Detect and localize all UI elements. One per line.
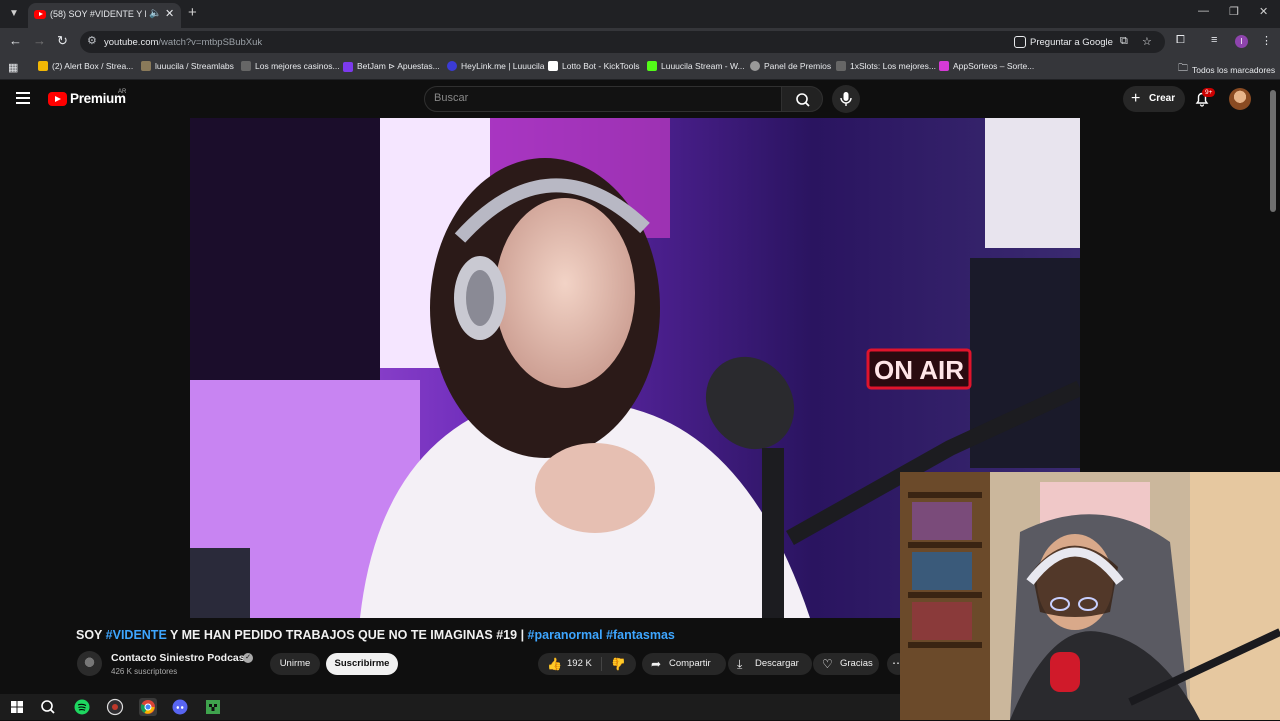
hamburger-menu-icon[interactable]: [16, 92, 30, 104]
install-app-icon[interactable]: ⧉: [1120, 35, 1128, 48]
new-tab-button[interactable]: +: [188, 4, 197, 21]
extensions-icon[interactable]: ⧠: [1176, 34, 1185, 47]
join-button[interactable]: Unirme: [270, 653, 320, 675]
webcam-overlay: [900, 472, 1280, 720]
browser-tab-strip: ▼ (58) SOY #VIDENTE Y ME H 🔈 ✕ + — ❐ ✕: [0, 0, 1280, 28]
like-button[interactable]: 👍 192 K: [538, 653, 601, 675]
bookmark-item[interactable]: luuucila / Streamlabs: [141, 61, 234, 71]
verified-check-icon: ✓: [243, 653, 253, 663]
thumbs-down-icon: 👍: [611, 657, 626, 671]
bookmark-item[interactable]: Panel de Premios: [750, 61, 831, 71]
title-text: Y ME HAN PEDIDO TRABAJOS QUE NO TE IMAGI…: [166, 628, 528, 642]
ask-google-button[interactable]: Preguntar a Google: [1012, 35, 1117, 50]
minimize-icon[interactable]: —: [1198, 5, 1209, 17]
obs-icon[interactable]: [106, 698, 124, 716]
browser-menu-icon[interactable]: ⋮: [1261, 34, 1272, 47]
hashtag-link[interactable]: #VIDENTE: [106, 628, 167, 642]
dislike-button[interactable]: 👍: [602, 653, 636, 675]
spotify-icon[interactable]: [73, 698, 91, 716]
share-icon: ➦: [651, 657, 662, 671]
on-air-sign: ON AIR: [874, 355, 964, 385]
profile-avatar[interactable]: I: [1235, 35, 1248, 48]
bookmark-item[interactable]: Lotto Bot - KickTools: [548, 61, 639, 71]
back-icon[interactable]: ←: [9, 33, 22, 48]
address-bar[interactable]: ⚙ youtube.com/watch?v=mtbpSBubXuk Pregun…: [80, 31, 1165, 53]
webcam-frame: [900, 472, 1280, 720]
all-bookmarks-folder[interactable]: 🗀 Todos los marcadores: [1178, 61, 1275, 78]
search-icon: [796, 93, 810, 107]
google-lens-icon: [1014, 36, 1026, 48]
channel-avatar[interactable]: [77, 651, 102, 676]
download-button[interactable]: ⤓ Descargar: [728, 653, 812, 675]
tab-audio-icon[interactable]: 🔈: [149, 8, 161, 19]
minecraft-icon[interactable]: [204, 698, 222, 716]
reload-icon[interactable]: ↻: [57, 33, 68, 49]
browser-toolbar: ← → ↻ ⚙ youtube.com/watch?v=mtbpSBubXuk …: [0, 28, 1280, 56]
forward-icon[interactable]: →: [33, 33, 46, 48]
bookmarks-bar: ▦ (2) Alert Box / Strea... luuucila / St…: [0, 56, 1280, 80]
subscribe-button[interactable]: Suscribirme: [326, 653, 398, 675]
notification-count-badge: 9+: [1202, 88, 1216, 97]
hashtag-link[interactable]: #fantasmas: [606, 628, 675, 642]
site-info-icon[interactable]: ⚙: [87, 34, 97, 47]
youtube-header: Premium AR +Crear 9+: [0, 80, 1280, 118]
bookmark-item[interactable]: (2) Alert Box / Strea...: [38, 61, 133, 71]
discord-icon[interactable]: [171, 698, 189, 716]
like-dislike-group: 👍 192 K 👍: [538, 653, 636, 675]
account-avatar[interactable]: [1229, 88, 1251, 110]
bookmark-item[interactable]: Los mejores casinos...: [241, 61, 340, 71]
tab-title: (58) SOY #VIDENTE Y ME H: [50, 9, 146, 19]
browser-tab-active[interactable]: (58) SOY #VIDENTE Y ME H 🔈 ✕: [28, 3, 181, 28]
bookmark-item[interactable]: 1xSlots: Los mejores...: [836, 61, 936, 71]
bookmark-item[interactable]: BetJam ⊳ Apuestas...: [343, 61, 440, 72]
search-button[interactable]: [781, 86, 823, 112]
thumbs-up-icon: 👍: [547, 657, 562, 671]
voice-search-button[interactable]: [832, 85, 860, 113]
close-window-icon[interactable]: ✕: [1259, 5, 1268, 18]
search-input[interactable]: [434, 92, 764, 104]
windows-taskbar: [0, 694, 900, 720]
share-button[interactable]: ➦ Compartir: [642, 653, 726, 675]
youtube-logo-icon[interactable]: [48, 92, 67, 106]
hashtag-link[interactable]: #paranormal: [528, 628, 603, 642]
restore-icon[interactable]: ❐: [1229, 5, 1239, 18]
channel-name[interactable]: Contacto Siniestro Podcast: [111, 652, 248, 664]
microphone-icon: [840, 92, 852, 106]
download-icon: ⤓: [737, 657, 743, 671]
page-scrollbar[interactable]: [1270, 90, 1276, 212]
tab-search-icon[interactable]: ▼: [4, 4, 24, 24]
taskbar-search-icon[interactable]: [39, 698, 57, 716]
like-count: 192 K: [567, 658, 592, 669]
thanks-icon: ♡: [822, 657, 833, 671]
country-code: AR: [118, 89, 127, 95]
apps-grid-icon[interactable]: ▦: [8, 61, 18, 74]
thanks-button[interactable]: ♡ Gracias: [813, 653, 879, 675]
title-text: SOY: [76, 628, 106, 642]
bookmark-item[interactable]: HeyLink.me | Luuucila: [447, 61, 544, 71]
video-title: SOY #VIDENTE Y ME HAN PEDIDO TRABAJOS QU…: [76, 628, 675, 642]
bookmark-star-icon[interactable]: ☆: [1142, 35, 1152, 48]
search-box: [424, 86, 782, 112]
windows-start-icon[interactable]: [8, 698, 26, 716]
reading-list-icon[interactable]: ≡: [1211, 34, 1217, 46]
chrome-icon[interactable]: [139, 698, 157, 716]
subscriber-count: 426 K suscriptores: [111, 667, 178, 676]
tab-close-icon[interactable]: ✕: [165, 7, 174, 20]
bookmark-item[interactable]: Luuucila Stream - W...: [647, 61, 745, 71]
create-button[interactable]: + Crear: [1123, 86, 1185, 112]
plus-icon: +: [1131, 90, 1141, 107]
url-text[interactable]: youtube.com/watch?v=mtbpSBubXuk: [104, 37, 262, 48]
bookmark-item[interactable]: AppSorteos – Sorte...: [939, 61, 1034, 71]
youtube-favicon-icon: [34, 10, 46, 19]
